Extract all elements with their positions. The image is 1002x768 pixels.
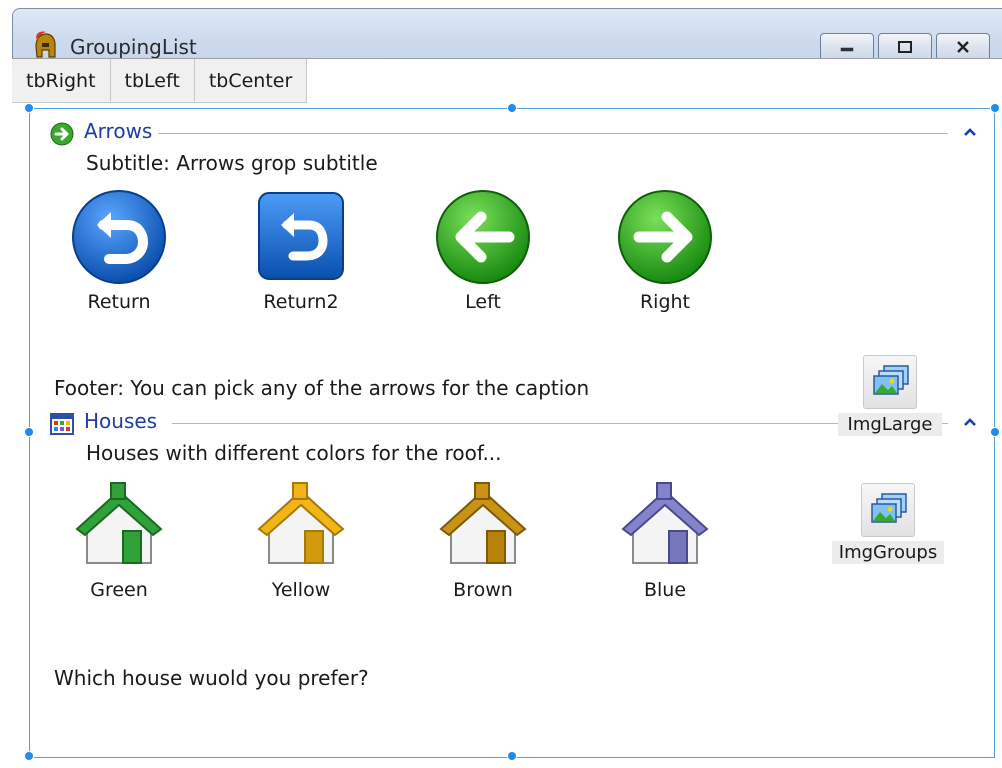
item-label: Right: [639, 291, 691, 313]
group-subtitle-arrows: Subtitle: Arrows grop subtitle: [86, 151, 378, 175]
resize-handle[interactable]: [24, 427, 34, 437]
arrow-right-icon: [50, 122, 74, 146]
return-round-icon: [72, 190, 166, 284]
item-label: Left: [465, 291, 501, 313]
item-right[interactable]: Right: [600, 187, 730, 313]
item-left[interactable]: Left: [418, 187, 548, 313]
collapse-arrows-button[interactable]: [960, 122, 980, 142]
resize-handle[interactable]: [24, 103, 34, 113]
item-brown[interactable]: Brown: [418, 475, 548, 601]
item-return[interactable]: Return: [54, 187, 184, 313]
maximize-icon: [898, 41, 912, 53]
group-caption-houses: Houses: [84, 409, 158, 433]
chevron-up-icon: [964, 128, 976, 136]
arrow-right-icon: [618, 190, 712, 284]
house-brown-icon: [439, 482, 527, 564]
side-button-label: ImgGroups: [832, 541, 944, 564]
caption-buttons: [820, 33, 990, 61]
item-label: Yellow: [271, 579, 331, 601]
house-blue-icon: [621, 482, 709, 564]
grid-icon: [50, 413, 74, 435]
image-stack-icon: [861, 483, 915, 537]
collapse-houses-button[interactable]: [960, 412, 980, 432]
resize-handle[interactable]: [990, 103, 1000, 113]
group-header-arrows[interactable]: Arrows: [50, 119, 994, 149]
tab-strip: tbRight tbLeft tbCenter: [12, 59, 308, 103]
chevron-up-icon: [964, 418, 976, 426]
minimize-button[interactable]: [820, 33, 874, 61]
side-button-label: ImgLarge: [838, 413, 942, 436]
item-blue[interactable]: Blue: [600, 475, 730, 601]
resize-handle[interactable]: [507, 103, 517, 113]
maximize-button[interactable]: [878, 33, 932, 61]
spartan-helmet-icon: [35, 31, 56, 58]
minimize-icon: [840, 47, 854, 52]
group-divider: [172, 423, 948, 424]
tab-tbleft[interactable]: tbLeft: [110, 59, 195, 103]
item-label: Blue: [643, 579, 687, 601]
tab-tbcenter[interactable]: tbCenter: [194, 59, 308, 103]
window-title: GroupingList: [70, 35, 197, 59]
group-footer-arrows: Footer: You can pick any of the arrows f…: [54, 376, 590, 400]
group-subtitle-houses: Houses with different colors for the roo…: [86, 441, 502, 465]
return-square-icon: [258, 192, 344, 280]
tab-tbright[interactable]: tbRight: [12, 59, 111, 103]
item-label: Return: [87, 291, 151, 313]
item-yellow[interactable]: Yellow: [236, 475, 366, 601]
group-divider: [158, 133, 948, 134]
close-icon: [957, 41, 969, 53]
arrow-left-icon: [436, 190, 530, 284]
group-caption-arrows: Arrows: [84, 119, 153, 143]
title-bar[interactable]: GroupingList: [13, 9, 1002, 65]
item-label: Brown: [453, 579, 513, 601]
grouping-list[interactable]: Arrows Subtitle: Arrows grop subtitle Re…: [24, 103, 1000, 761]
group-footer-houses: Which house wuold you prefer?: [54, 666, 369, 690]
item-return2[interactable]: Return2: [236, 187, 366, 313]
img-groups-button[interactable]: ImgGroups: [832, 483, 944, 564]
house-yellow-icon: [257, 482, 345, 564]
resize-handle[interactable]: [24, 751, 34, 761]
image-stack-icon: [863, 355, 917, 409]
house-green-icon: [75, 482, 163, 564]
item-green[interactable]: Green: [54, 475, 184, 601]
close-button[interactable]: [936, 33, 990, 61]
item-label: Green: [90, 579, 148, 601]
item-label: Return2: [263, 291, 339, 313]
resize-handle[interactable]: [507, 751, 517, 761]
img-large-button[interactable]: ImgLarge: [838, 355, 942, 436]
